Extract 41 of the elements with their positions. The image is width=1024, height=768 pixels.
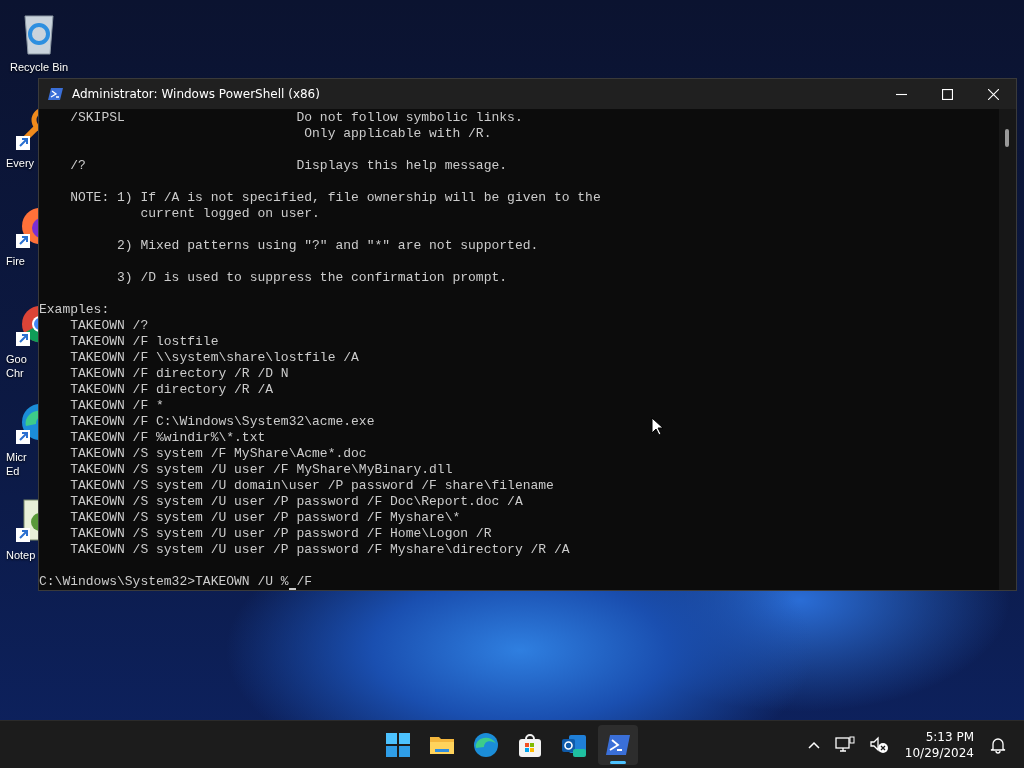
console-line: TAKEOWN /S system /U user /P password /F Home\Logon /R — [69, 526, 492, 542]
command-prompt: C:\Windows\System32>TAKEOWN /U % — [39, 574, 289, 589]
console-line: TAKEOWN /S system /U domain\user /P password /F share\filename — [69, 478, 554, 494]
desktop-icon-label: Goo — [6, 352, 27, 366]
command-argument-text: /F — [296, 574, 313, 589]
desktop-icon-label: Micr — [6, 450, 27, 464]
console-line: TAKEOWN /F * — [69, 398, 164, 414]
scrollbar-thumb[interactable] — [1005, 129, 1009, 147]
console-line: current logged on user. — [139, 206, 320, 222]
console-line: /SKIPSL Do not follow symbolic links. — [69, 110, 523, 126]
desktop-icon-label: Recycle Bin — [9, 60, 69, 74]
desktop-icon-label: Notep — [6, 548, 36, 562]
console-line: TAKEOWN /S system /F MyShare\Acme*.doc — [69, 446, 367, 462]
console-line: TAKEOWN /F directory /R /A — [69, 382, 274, 398]
console-line: TAKEOWN /? — [69, 318, 149, 334]
console-line: TAKEOWN /F %windir%\*.txt — [69, 430, 266, 446]
console-line: /? Displays this help message. — [69, 158, 508, 174]
mouse-pointer-icon — [651, 417, 663, 436]
console-line: TAKEOWN /F directory /R /D N — [69, 366, 289, 382]
desktop-icon-label: Chr — [6, 366, 24, 380]
desktop-icon-label: Ed — [6, 464, 20, 478]
console-line: TAKEOWN /S system /U user /P password /F Myshare\* — [69, 510, 461, 526]
powershell-icon — [48, 86, 64, 102]
close-icon[interactable] — [987, 88, 999, 100]
maximize-icon[interactable] — [941, 88, 953, 100]
console-line: TAKEOWN /S system /U user /P password /F Myshare\directory /R /A — [69, 542, 570, 558]
console-line: TAKEOWN /F \\system\share\lostfile /A — [69, 350, 359, 366]
console-line: Examples: — [39, 302, 110, 318]
console-line: TAKEOWN /S system /U user /F MyShare\MyBinary.dll — [69, 462, 453, 478]
console-line: Only applicable with /R. — [303, 126, 492, 142]
console-line: NOTE: 1) If /A is not specified, file ownership will be given to the — [69, 190, 601, 206]
desktop-icon-label: Every — [6, 156, 35, 170]
clock-button[interactable]: 5:13 PM 10/29/2024 — [898, 727, 980, 763]
console-line: TAKEOWN /S system /U user /P password /F Doc\Report.doc /A — [69, 494, 523, 510]
console-line: 3) /D is used to suppress the confirmation prompt. — [116, 270, 508, 286]
window-title: Administrator: Windows PowerShell (x86) — [71, 86, 320, 103]
console-line: TAKEOWN /F C:\Windows\System32\acme.exe — [69, 414, 375, 430]
desktop-icon-label: Fire — [6, 254, 25, 268]
console-line: 2) Mixed patterns using "?" and "*" are not supported. — [116, 238, 539, 254]
powershell-icon[interactable] — [598, 725, 638, 765]
console-line: TAKEOWN /F lostfile — [69, 334, 219, 350]
